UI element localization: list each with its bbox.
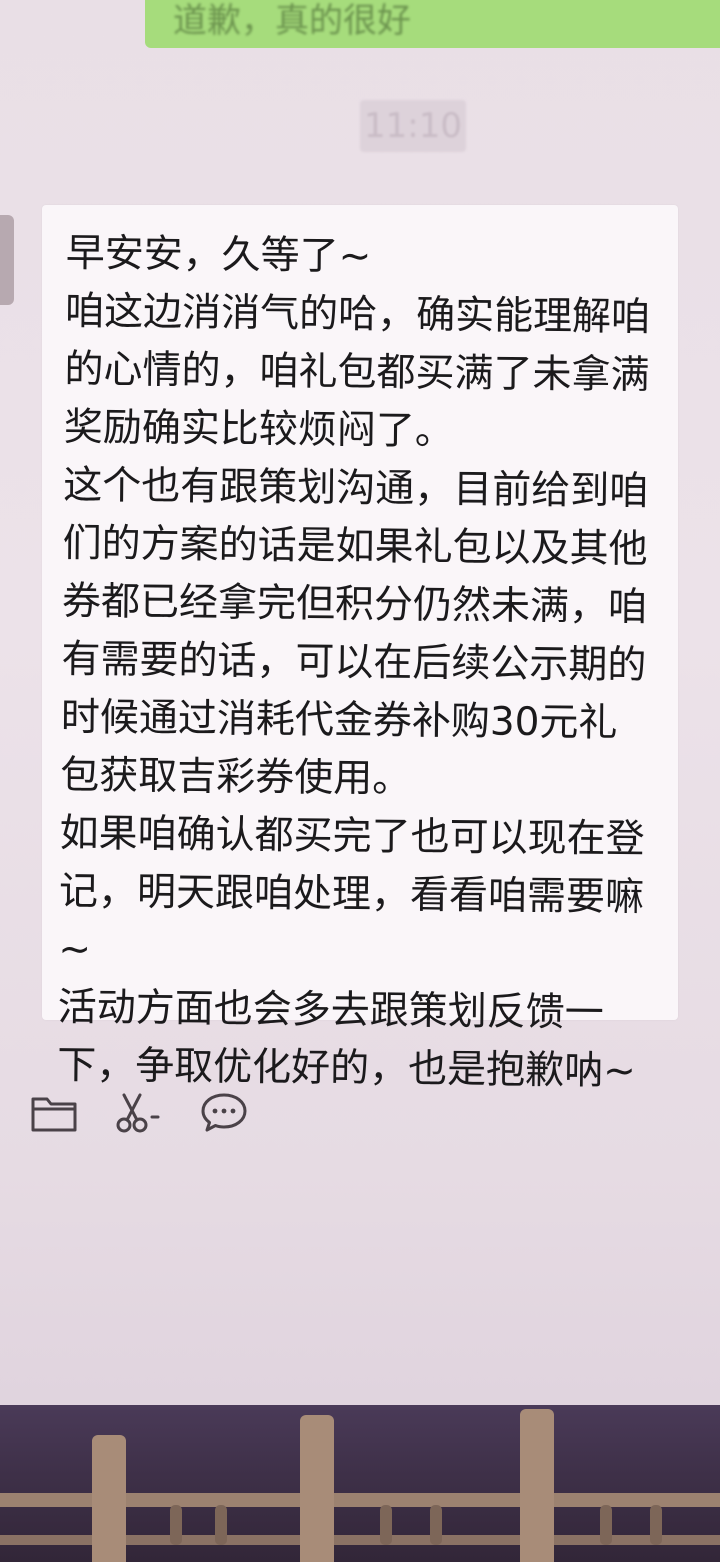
railing-post bbox=[300, 1415, 334, 1562]
railing-post bbox=[92, 1435, 126, 1562]
railing-baluster bbox=[600, 1505, 612, 1545]
message-line: 奖励确实比较烦闷了。 bbox=[63, 404, 455, 455]
message-line: 包获取吉彩券使用。 bbox=[59, 752, 412, 802]
railing-baluster bbox=[170, 1505, 182, 1545]
message-line: 咱这边消消气的哈，确实能理解咱 bbox=[64, 288, 651, 341]
received-message-bubble: 早安安，久等了~ 咱这边消消气的哈，确实能理解咱 的心情的，咱礼包都买满了未拿满… bbox=[42, 205, 678, 1094]
chat-history-button[interactable] bbox=[200, 1090, 248, 1136]
message-line: 有需要的话，可以在后续公示期的 bbox=[61, 636, 647, 689]
input-toolbar bbox=[30, 1088, 284, 1138]
message-line: 们的方案的话是如果礼包以及其他 bbox=[62, 520, 648, 573]
railing-post bbox=[520, 1409, 554, 1562]
sent-message-text: 道歉，真的很好 bbox=[173, 1, 411, 41]
folder-button[interactable] bbox=[30, 1090, 78, 1136]
railing-baluster bbox=[215, 1505, 227, 1545]
folder-icon bbox=[31, 1097, 77, 1132]
chat-bubble-icon bbox=[201, 1093, 247, 1132]
message-line: 早安安，久等了~ bbox=[65, 230, 372, 280]
scissors-icon bbox=[116, 1093, 160, 1133]
message-line: ~ bbox=[58, 926, 92, 973]
railing-baluster bbox=[650, 1505, 662, 1545]
message-line: 时候通过消耗代金券补购30元礼 bbox=[60, 694, 618, 746]
railing-baluster bbox=[430, 1505, 442, 1545]
sent-message-bubble: 道歉，真的很好 bbox=[145, 0, 720, 48]
message-line: 券都已经拿完但积分仍然未满，咱 bbox=[61, 578, 648, 631]
avatar[interactable] bbox=[0, 215, 14, 305]
message-line: 记，明天跟咱处理，看看咱需要嘛 bbox=[58, 868, 645, 921]
received-message-text: 早安安，久等了~ 咱这边消消气的哈，确实能理解咱 的心情的，咱礼包都买满了未拿满… bbox=[57, 225, 666, 1101]
message-line: 活动方面也会多去跟策划反馈一 bbox=[57, 984, 605, 1036]
message-line: 这个也有跟策划沟通，目前给到咱 bbox=[63, 462, 649, 515]
screenshot-button[interactable] bbox=[114, 1090, 164, 1136]
railing-baluster bbox=[380, 1505, 392, 1545]
message-line: 的心情的，咱礼包都买满了未拿满 bbox=[64, 346, 650, 399]
message-timestamp: 11:10 bbox=[360, 100, 466, 152]
message-input-area[interactable] bbox=[0, 1150, 720, 1400]
desktop-background-photo bbox=[0, 1405, 720, 1562]
message-line: 如果咱确认都买完了也可以现在登 bbox=[59, 810, 645, 863]
